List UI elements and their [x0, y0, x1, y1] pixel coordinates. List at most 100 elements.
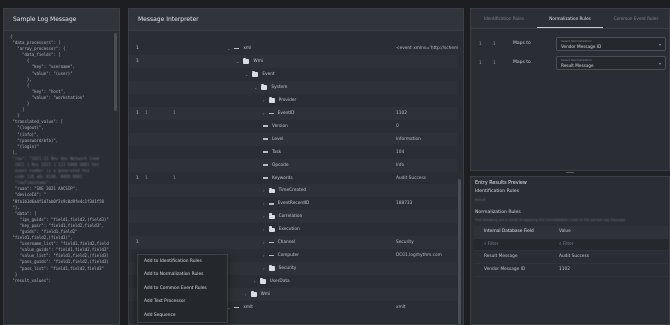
- tree-row[interactable]: 1 ⌄ Wmi: [129, 54, 457, 68]
- tree-node[interactable]: ⌄ xmlt: [227, 301, 253, 314]
- column-header[interactable]: Internal Database Field: [474, 226, 559, 238]
- chevron-right-icon[interactable]: ›: [263, 94, 265, 107]
- tree-row[interactable]: Version 0: [129, 120, 457, 133]
- chevron-right-icon[interactable]: ›: [263, 107, 265, 120]
- sample-log-title: Sample Log Message: [4, 9, 119, 31]
- tree-row[interactable]: › TimeCreated: [129, 184, 457, 198]
- tree-node-value: 104: [396, 149, 405, 155]
- rule-index: 1: [479, 41, 482, 46]
- tree-row[interactable]: ⌄ Event: [129, 68, 457, 81]
- tab-identification-rules[interactable]: Identification Rules: [471, 9, 537, 28]
- tree-node-label: TimeCreated: [278, 188, 307, 194]
- tree-node[interactable]: ⌄ Wmi: [236, 55, 263, 68]
- tree-row[interactable]: ⌄ System: [129, 80, 457, 94]
- tree-node[interactable]: › UserData: [254, 275, 290, 288]
- tree-node-label: Keywords: [272, 175, 293, 181]
- tree-node[interactable]: › Security: [263, 262, 296, 275]
- field-value: 1102: [559, 267, 570, 273]
- rule-index: 1: [479, 60, 482, 65]
- tab-normalization-rules[interactable]: Normalization Rules: [537, 9, 603, 28]
- normalization-field-select[interactable]: Select Normalization Vendor Message ID ▾: [556, 37, 666, 51]
- chevron-right-icon[interactable]: ›: [263, 236, 265, 249]
- tree-node[interactable]: › Channel: [263, 236, 295, 249]
- tree-node[interactable]: Task: [263, 146, 281, 159]
- tree-node[interactable]: › Wmi: [245, 288, 270, 301]
- chevron-right-icon[interactable]: ›: [263, 184, 265, 197]
- tree-row[interactable]: 1 1 1 Keywords Audit Success: [129, 172, 457, 185]
- chevron-down-icon: ▾: [658, 42, 661, 47]
- folder-icon: [268, 265, 275, 271]
- tree-node[interactable]: › EventRecordID: [263, 197, 309, 210]
- chevron-right-icon[interactable]: ›: [263, 210, 265, 223]
- tree-node-label: Security: [278, 266, 297, 272]
- tree-node[interactable]: Keywords: [263, 172, 293, 185]
- folder-icon: [268, 187, 275, 194]
- tree-row[interactable]: › Correlation: [129, 210, 457, 224]
- field-icon: [268, 112, 274, 114]
- tree-node[interactable]: › TimeCreated: [263, 184, 306, 197]
- sample-log-code[interactable]: { "data_processors": [ "array_processor"…: [10, 34, 109, 324]
- tree-row[interactable]: › Provider: [129, 94, 457, 107]
- tree-row[interactable]: Task 104: [129, 146, 457, 159]
- filter-input[interactable]: ⌕ Filter: [559, 239, 668, 251]
- filter-input[interactable]: ⌕ Filter: [474, 239, 559, 251]
- normalization-field-select[interactable]: Select Normalization Result Message ▾: [556, 56, 666, 70]
- menu-add-common-event-rules[interactable]: Add to Common Event Rules: [138, 282, 227, 295]
- chevron-down-icon[interactable]: ⌄: [236, 55, 239, 68]
- chevron-right-icon[interactable]: ›: [263, 249, 265, 262]
- chevron-right-icon[interactable]: ›: [245, 288, 247, 301]
- tree-row[interactable]: 1 ⌄ xml <event xmlns='http://schema: [129, 42, 458, 55]
- tree-node[interactable]: ⌄ System: [254, 81, 287, 94]
- chevron-right-icon[interactable]: ›: [254, 275, 256, 288]
- tree-node[interactable]: Level: [263, 133, 283, 146]
- tree-node[interactable]: › Correlation: [263, 210, 302, 223]
- chevron-right-icon[interactable]: ›: [263, 262, 265, 275]
- filter-placeholder: Filter: [487, 241, 499, 247]
- chevron-down-icon[interactable]: ⌄: [254, 81, 257, 94]
- menu-add-identification-rules[interactable]: Add to Identification Rules: [138, 255, 227, 268]
- chevron-down-icon[interactable]: ⌄: [227, 42, 230, 55]
- rules-panel: Identification Rules Normalization Rules…: [470, 8, 670, 171]
- tree-node[interactable]: › Execution: [263, 223, 300, 236]
- table-row[interactable]: Vendor Message ID 1102: [474, 264, 668, 277]
- chevron-down-icon[interactable]: ⌄: [245, 68, 248, 81]
- entry-results-preview-panel: Entry Results Preview Identification Rul…: [470, 176, 670, 325]
- tree-row[interactable]: › Execution: [129, 223, 457, 236]
- tree-node[interactable]: ⌄ Event: [245, 68, 275, 81]
- tree-node-label: EventID: [277, 110, 295, 116]
- menu-add-sequence[interactable]: Add Sequence: [138, 309, 227, 322]
- field-icon: [263, 125, 268, 127]
- tree-node[interactable]: Opcode: [263, 159, 288, 172]
- interpreter-scrollbar[interactable]: [458, 179, 461, 324]
- chevron-right-icon[interactable]: ›: [263, 223, 265, 236]
- folder-icon: [268, 226, 275, 233]
- tree-node[interactable]: › Provider: [263, 94, 296, 107]
- chevron-right-icon[interactable]: ›: [263, 197, 265, 210]
- row-marker: 1: [173, 110, 176, 116]
- tree-row[interactable]: 1 › Channel Security: [129, 236, 457, 250]
- tree-node-label: Provider: [278, 97, 297, 103]
- menu-add-text-processor[interactable]: Add Text Processor: [138, 295, 227, 308]
- tree-node[interactable]: › EventID: [263, 107, 295, 120]
- normalization-rule-row: 1 1 Maps to Select Normalization Vendor …: [471, 36, 669, 54]
- table-row[interactable]: Result Message Audit Success: [474, 251, 668, 265]
- select-value: Vendor Message ID: [561, 44, 602, 49]
- field-icon: [268, 254, 274, 257]
- folder-icon: [268, 96, 275, 103]
- tree-row[interactable]: Opcode Info: [129, 158, 457, 172]
- table-header: Internal Database Field Value: [474, 226, 668, 239]
- tree-row[interactable]: › EventRecordID 188733: [129, 197, 457, 210]
- column-header[interactable]: Value: [559, 226, 668, 238]
- row-marker: 1: [173, 175, 176, 181]
- tree-node[interactable]: ⌄ xml: [227, 42, 251, 55]
- sample-log-scrollbar[interactable]: [114, 33, 117, 111]
- entry-results-title: Entry Results Preview: [475, 181, 527, 186]
- tree-row[interactable]: 1 1 1 › EventID 1102: [129, 106, 457, 120]
- tree-row[interactable]: Level Information: [129, 132, 457, 146]
- tree-node[interactable]: › Computer: [263, 249, 299, 262]
- tree-node[interactable]: Version: [263, 120, 288, 133]
- tree-node-label: Correlation: [278, 214, 303, 220]
- tab-common-event-rules[interactable]: Common Event Rules: [603, 9, 669, 28]
- code-line: "pass_list": "field1,field2,field3": [10, 265, 104, 271]
- menu-add-normalization-rules[interactable]: Add to Normalization Rules: [138, 268, 227, 281]
